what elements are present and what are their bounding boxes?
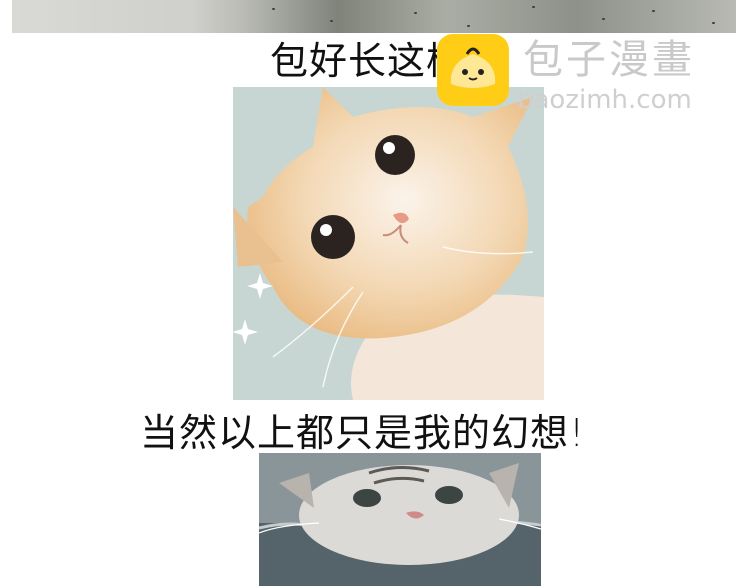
- previous-panel-photo-strip: [12, 0, 736, 33]
- bun-mascot-icon: [437, 34, 509, 106]
- swimming-cat-illustration: [259, 453, 541, 586]
- swimming-cat-photo: [259, 453, 541, 586]
- kitten-illustration: [233, 87, 544, 400]
- kitten-photo: [233, 87, 544, 400]
- watermark-url: baozimh.com: [517, 85, 692, 115]
- caption-middle: 当然以上都只是我的幻想!: [140, 411, 586, 455]
- watermark-brand: 包子漫畫: [523, 37, 695, 83]
